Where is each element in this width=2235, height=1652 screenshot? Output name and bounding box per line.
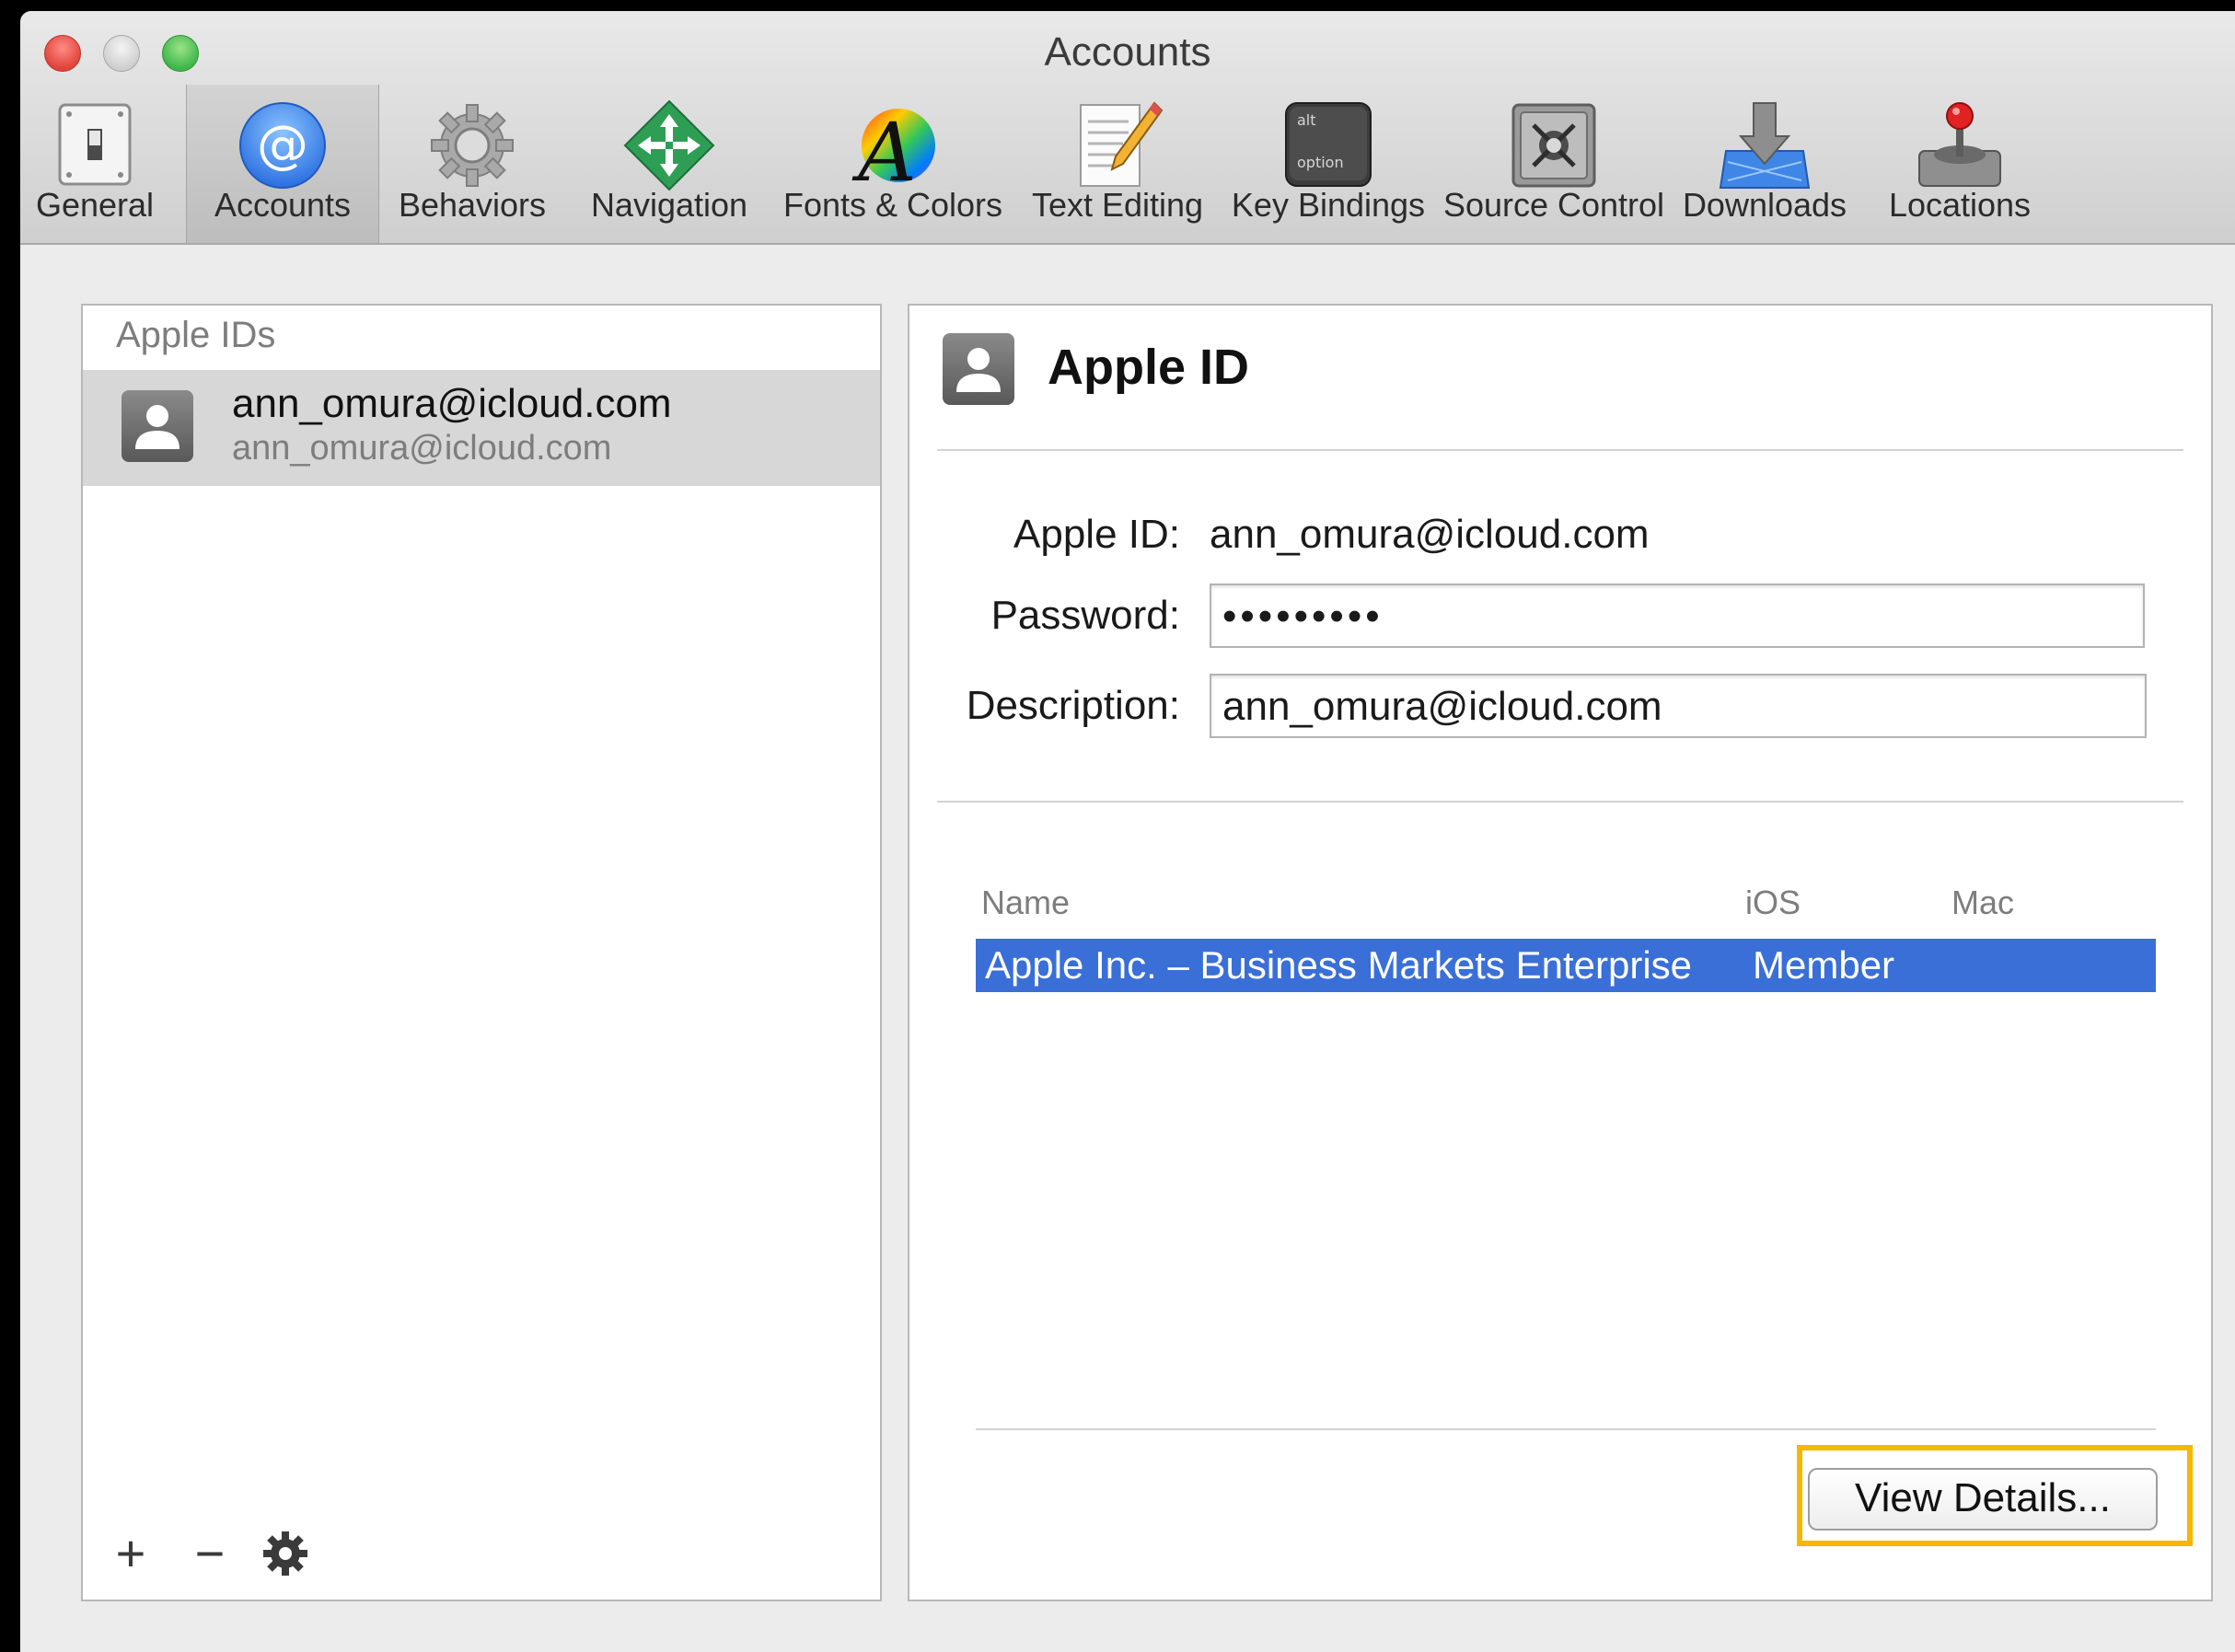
apple-ids-panel: Apple IDs ann_omura@icloud.com ann_omura… (81, 304, 882, 1601)
at-sign-icon: @ (239, 102, 326, 189)
download-tray-icon (1719, 102, 1811, 189)
font-colors-icon: A (851, 105, 935, 193)
tab-label: Fonts & Colors (782, 186, 1003, 224)
pencil-document-icon (1080, 101, 1164, 187)
vault-icon (1511, 103, 1596, 188)
highlight-box (1797, 1445, 2193, 1546)
option-key-icon: alt option (1285, 102, 1372, 187)
team-name: Apple Inc. – Business Markets Enterprise (985, 943, 1693, 987)
column-header-mac[interactable]: Mac (1951, 884, 2014, 922)
tab-key-bindings[interactable]: alt option Key Bindings (1221, 85, 1436, 243)
tab-label: Behaviors (398, 186, 547, 224)
account-subtitle: ann_omura@icloud.com (232, 429, 612, 468)
switch-icon (58, 103, 132, 186)
gear-menu-button[interactable] (260, 1528, 311, 1579)
key-text-top: alt (1297, 111, 1316, 129)
tab-source-control[interactable]: Source Control (1436, 85, 1672, 243)
divider (976, 1428, 2156, 1430)
toolbar: General @ Accounts Behaviors Navigation … (20, 85, 2235, 243)
tab-label: Key Bindings (1231, 186, 1426, 224)
description-field[interactable]: ann_omura@icloud.com (1210, 674, 2147, 738)
tab-label: General (35, 186, 155, 224)
tab-behaviors[interactable]: Behaviors (377, 85, 567, 243)
avatar-icon (122, 390, 193, 462)
tab-text-editing[interactable]: Text Editing (1014, 85, 1221, 243)
tab-downloads[interactable]: Downloads (1672, 85, 1858, 243)
tab-accounts[interactable]: @ Accounts (186, 85, 379, 243)
tab-general[interactable]: General (31, 85, 158, 243)
joystick-drive-icon (1918, 102, 2001, 187)
account-name: ann_omura@icloud.com (232, 381, 672, 426)
add-account-button[interactable]: + (105, 1528, 156, 1579)
gear-icon (431, 104, 514, 187)
tab-label: Accounts (214, 186, 352, 224)
key-text-bottom: option (1297, 154, 1344, 171)
tab-navigation[interactable]: Navigation (567, 85, 771, 243)
detail-avatar-icon (943, 333, 1014, 405)
divider (937, 449, 2183, 451)
description-label: Description: (966, 683, 1180, 728)
window-title: Accounts (1044, 29, 1211, 75)
tab-label: Text Editing (1031, 186, 1204, 224)
tab-label: Source Control (1442, 186, 1665, 224)
tab-locations[interactable]: Locations (1858, 85, 2062, 243)
column-header-ios[interactable]: iOS (1745, 884, 1801, 922)
tab-label: Downloads (1682, 186, 1847, 224)
tab-fonts-colors[interactable]: A Fonts & Colors (771, 85, 1014, 243)
tab-label: Navigation (590, 186, 748, 224)
title-bar: Accounts General @ Accounts Behaviors Na… (20, 11, 2235, 245)
svg-text:A: A (851, 105, 917, 193)
apple-ids-header: Apple IDs (116, 315, 276, 355)
apple-id-detail-panel: Apple ID Apple ID: ann_omura@icloud.com … (908, 304, 2213, 1601)
apple-id-label: Apple ID: (1013, 512, 1180, 557)
divider (937, 801, 2183, 803)
svg-text:@: @ (257, 115, 308, 175)
team-ios-role: Member (1753, 943, 1895, 987)
apple-id-value: ann_omura@icloud.com (1210, 512, 1650, 557)
tab-label: Locations (1888, 186, 2032, 224)
account-list-item[interactable]: ann_omura@icloud.com ann_omura@icloud.co… (83, 370, 880, 486)
gear-icon (263, 1531, 307, 1576)
column-header-name[interactable]: Name (981, 884, 1070, 922)
navigation-arrows-icon (623, 99, 715, 191)
detail-title: Apple ID (1048, 340, 1250, 395)
preferences-window: Accounts General @ Accounts Behaviors Na… (20, 11, 2235, 1652)
password-field[interactable]: ••••••••• (1210, 583, 2145, 648)
remove-account-button[interactable]: − (184, 1528, 236, 1579)
password-label: Password: (990, 593, 1180, 638)
team-row[interactable]: Apple Inc. – Business Markets Enterprise… (976, 939, 2156, 992)
